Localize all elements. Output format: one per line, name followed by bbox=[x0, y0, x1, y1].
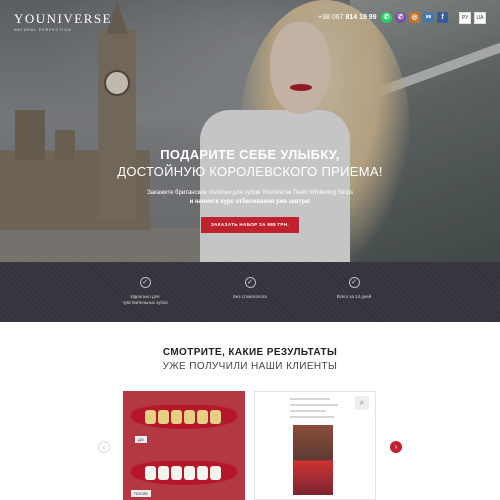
brand-name: YOUNIVERSE bbox=[14, 11, 113, 26]
check-icon: ✓ bbox=[348, 277, 360, 288]
feature-text: Без стоматолога bbox=[233, 294, 267, 299]
feature-text: Всего за 14 дней bbox=[336, 294, 372, 299]
results-subtitle: УЖЕ ПОЛУЧИЛИ НАШИ КЛИЕНТЫ bbox=[162, 361, 338, 372]
language-ru[interactable]: РУ bbox=[459, 12, 471, 24]
zoom-icon[interactable]: ⌕ bbox=[355, 396, 369, 410]
carousel-next-button[interactable]: › bbox=[390, 441, 402, 453]
review-photo bbox=[293, 425, 333, 495]
language-ua[interactable]: UA bbox=[474, 12, 486, 24]
check-icon: ✓ bbox=[139, 277, 151, 288]
phone-main: 814 19 99 bbox=[345, 14, 377, 21]
review-text-line bbox=[290, 404, 338, 406]
before-after-photo[interactable]: ДО ПОСЛЕ bbox=[123, 391, 245, 500]
instagram-icon[interactable]: ◎ bbox=[409, 12, 420, 23]
brand-logo[interactable]: YOUNIVERSE NATURAL PERFECTION bbox=[14, 11, 112, 32]
phone-prefix: +38 067 bbox=[318, 14, 344, 21]
whatsapp-icon[interactable]: ✆ bbox=[381, 12, 392, 23]
hero-subtitle-line2: и начните курс отбеливания уже завтра! bbox=[189, 199, 311, 205]
feature-line: Идеально для bbox=[130, 294, 160, 299]
teeth-after bbox=[131, 461, 237, 485]
feature-no-dentist: ✓ Без стоматолога bbox=[205, 277, 295, 300]
feature-line: чувствительных зубов bbox=[122, 299, 168, 305]
feature-text: Идеально для чувствительных зубов bbox=[100, 294, 190, 305]
viber-icon[interactable]: ✆ bbox=[395, 12, 406, 23]
hero-subtitle-line1: Закажите британские полоски для зубов Yo… bbox=[147, 190, 353, 196]
feature-14-days: ✓ Всего за 14 дней bbox=[309, 277, 399, 300]
carousel-prev-button[interactable]: ‹ bbox=[98, 441, 110, 453]
hero-title-line1: ПОДАРИТЕ СЕБЕ УЛЫБКУ, bbox=[160, 147, 340, 162]
results-title: СМОТРИТЕ, КАКИЕ РЕЗУЛЬТАТЫ bbox=[162, 347, 338, 358]
check-icon: ✓ bbox=[244, 277, 256, 288]
review-text-line bbox=[290, 410, 326, 412]
phone-number[interactable]: +38 067 814 19 99 bbox=[318, 14, 377, 21]
review-text-line bbox=[290, 398, 330, 400]
feature-sensitive: ✓ Идеально для чувствительных зубов bbox=[100, 277, 190, 305]
hero-title-line2: ДОСТОЙНУЮ КОРОЛЕВСКОГО ПРИЕМА! bbox=[117, 164, 383, 179]
facebook-icon[interactable]: f bbox=[437, 12, 448, 23]
order-kit-button[interactable]: ЗАКАЗАТЬ НАБОР ЗА 988 ГРН. bbox=[201, 217, 299, 233]
before-label: ДО bbox=[135, 436, 147, 443]
teeth-before bbox=[131, 405, 237, 429]
vk-icon[interactable]: вк bbox=[423, 12, 434, 23]
brand-tagline: NATURAL PERFECTION bbox=[14, 28, 72, 32]
after-label: ПОСЛЕ bbox=[131, 490, 152, 497]
review-text-line bbox=[290, 416, 334, 418]
